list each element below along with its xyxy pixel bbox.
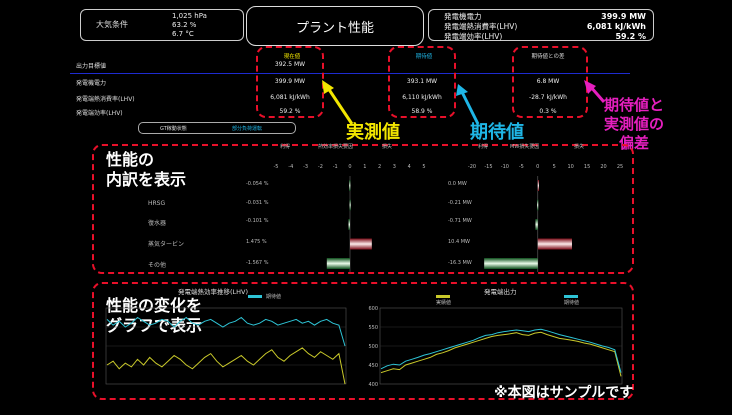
- effbar-tick-1: -4: [288, 164, 293, 170]
- effbar-bar-4: [326, 258, 350, 269]
- efftrend-series-0: [106, 316, 346, 347]
- outtrend-ytick-3: 550: [368, 325, 378, 331]
- left-header-loss: 損失: [382, 144, 393, 150]
- annotation-deviation-line1: 期待値と: [604, 96, 665, 114]
- mwbar-tick-5: 5: [553, 164, 556, 170]
- sample-note: ※本図はサンプルです: [494, 385, 634, 401]
- gt-status-value: 部分負荷運転: [232, 126, 263, 132]
- efficiency-legend-label: 期待値: [266, 294, 282, 300]
- category-other: その他: [148, 262, 167, 269]
- outtrend-ytick-0: 400: [368, 382, 378, 388]
- effbar-tick-9: 4: [408, 164, 411, 170]
- left-header-title: 熱効率損失要因: [318, 144, 354, 150]
- mwbar-tick-0: -20: [468, 164, 476, 170]
- breakdown-title: 性能の 内訳を表示: [106, 150, 186, 190]
- category-condenser: 復水器: [148, 220, 167, 227]
- effbar-tick-7: 2: [378, 164, 381, 170]
- efftrend-series-1: [106, 347, 346, 385]
- mwbar-tick-7: 15: [584, 164, 590, 170]
- effbar-bar-3: [350, 238, 372, 250]
- mwbar-tick-9: 25: [617, 164, 623, 170]
- gt-status-label: GT稼動状態: [160, 126, 187, 132]
- left-value-3: 1.475 %: [246, 239, 267, 245]
- breakdown-title-line1: 性能の: [106, 150, 155, 169]
- annotation-deviation-line2: 実測値の: [604, 115, 665, 133]
- outtrend-ytick-2: 500: [368, 344, 378, 350]
- effbar-tick-4: -1: [333, 164, 338, 170]
- output-trend-title: 発電端出力: [484, 288, 517, 296]
- effbar-tick-6: 1: [363, 164, 366, 170]
- right-header-loss: 損失: [574, 144, 585, 150]
- breakdown-title-line2: 内訳を表示: [106, 170, 187, 189]
- outtrend-ytick-4: 600: [368, 306, 378, 312]
- output-legend-swatch-actual: [436, 295, 450, 298]
- left-value-1: -0.031 %: [246, 200, 269, 206]
- right-header-gain: 利得: [478, 144, 489, 150]
- mwbar-bar-0: [537, 180, 539, 191]
- mwbar-tick-1: -15: [484, 164, 492, 170]
- efficiency-trend-title: 発電端熱効率推移(LHV): [178, 288, 249, 296]
- efficiency-loss-chart: -5 -4 -3 -2 -1 0 1 2 3 4 5: [274, 164, 426, 272]
- mwbar-bar-2: [535, 219, 538, 230]
- outtrend-series-1: [380, 328, 622, 373]
- effbar-tick-10: 5: [422, 164, 425, 170]
- left-value-2: -0.101 %: [246, 218, 269, 224]
- effbar-bar-1: [349, 199, 351, 211]
- mwbar-bar-1: [537, 199, 539, 211]
- mwbar-tick-6: 10: [567, 164, 573, 170]
- mw-loss-chart: -20 -15 -10 -5 0 5 10 15 20 25: [468, 164, 623, 272]
- left-value-4: -1.567 %: [246, 260, 269, 266]
- outtrend-series-0: [380, 331, 622, 377]
- annotation-actual: 実測値: [346, 122, 400, 143]
- effbar-tick-5: 0: [348, 164, 351, 170]
- category-steam-turbine: 蒸気タービン: [148, 241, 185, 248]
- left-header-gain: 利得: [280, 144, 291, 150]
- effbar-bar-0: [349, 180, 351, 191]
- outtrend-ytick-1: 450: [368, 363, 378, 369]
- mwbar-bar-3: [537, 238, 572, 250]
- mwbar-tick-3: -5: [519, 164, 524, 170]
- mwbar-tick-8: 20: [600, 164, 606, 170]
- efficiency-legend-swatch: [248, 295, 262, 298]
- mwbar-bar-4: [484, 258, 538, 269]
- left-value-0: -0.054 %: [246, 181, 269, 187]
- effbar-tick-2: -3: [303, 164, 308, 170]
- right-value-0: 0.0 MW: [448, 181, 467, 187]
- annotation-expected: 期待値: [470, 122, 524, 143]
- right-value-3: 10.4 MW: [448, 239, 470, 245]
- mwbar-tick-2: -10: [501, 164, 509, 170]
- efficiency-trend-chart: [105, 307, 347, 385]
- effbar-bar-2: [348, 219, 350, 230]
- output-legend-swatch-expected: [564, 295, 578, 298]
- effbar-tick-8: 3: [393, 164, 396, 170]
- right-header-title: MW損失要因: [510, 144, 540, 150]
- effbar-tick-0: -5: [274, 164, 279, 170]
- effbar-tick-3: -2: [318, 164, 323, 170]
- category-hrsg: HRSG: [148, 200, 166, 207]
- mwbar-tick-4: 0: [536, 164, 539, 170]
